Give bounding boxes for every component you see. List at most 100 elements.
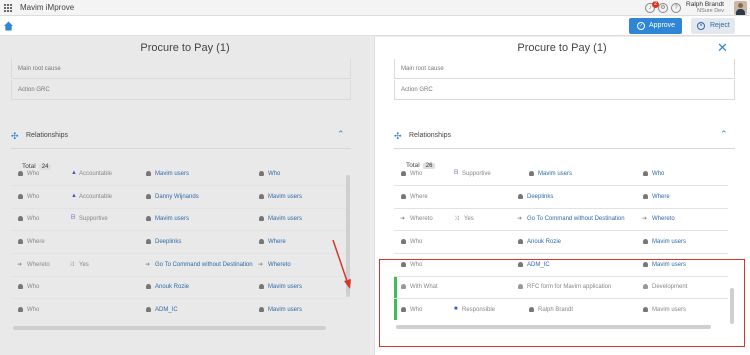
app-title: Mavim iMprove (20, 3, 75, 12)
row-name-link[interactable]: Anouk Rozie (527, 231, 561, 253)
left-relationships-label: Relationships (26, 132, 69, 139)
right-relationships-label: Relationships (409, 132, 452, 139)
row-type: Whereto (27, 262, 50, 268)
table-row[interactable]: ➜ Whereto ⤨ Yes ➜ Go To Command without … (11, 254, 351, 276)
row-category-link[interactable]: Whereto (268, 254, 291, 276)
row-category-link[interactable]: Mavim users (652, 231, 686, 253)
row-type: Who (27, 284, 40, 290)
table-row[interactable]: Who Anouk Rozie Mavim users (394, 231, 734, 253)
highlight-box (379, 259, 745, 347)
reject-label: Reject (710, 22, 730, 29)
table-row[interactable]: Who Anouk Rozie Mavim users (11, 276, 351, 298)
row-name-link[interactable]: Deeplinks (527, 186, 553, 208)
person-icon (146, 284, 151, 289)
row-category-link[interactable]: Mavim users (268, 299, 302, 321)
person-icon (146, 171, 151, 176)
right-relationships-header[interactable]: ✣ Relationships ⌃ (394, 129, 735, 144)
row-role: Yes (79, 262, 89, 268)
table-row[interactable]: Who ᗷ Supportive Mavim users Mavim users (11, 208, 351, 230)
row-name-link[interactable]: Mavim users (538, 163, 572, 185)
row-name-link[interactable]: Go To Command without Destination (527, 208, 625, 230)
table-row[interactable]: Who ▲ Accountable Mavim users Who (11, 163, 351, 185)
relationships-icon: ✣ (11, 131, 19, 141)
row-name-link[interactable]: Deeplinks (155, 231, 181, 253)
left-relationships-header[interactable]: ✣ Relationships ⌃ (11, 129, 351, 144)
gear-icon[interactable]: ⚙ (658, 3, 668, 13)
table-row[interactable]: Who ᗷ Supportive Mavim users Who (394, 163, 734, 185)
row-category-link[interactable]: Who (268, 163, 280, 185)
row-name-link[interactable]: Mavim users (155, 163, 189, 185)
left-field-action-grc: Action GRC (11, 80, 351, 100)
person-icon (146, 216, 151, 221)
divider (394, 148, 735, 149)
user-name[interactable]: Ralph Brandt (676, 1, 724, 8)
group-icon (259, 216, 264, 221)
row-name-link[interactable]: Mavim users (155, 208, 189, 230)
row-type: Who (410, 239, 423, 245)
home-icon[interactable] (4, 21, 13, 31)
person-icon (401, 171, 406, 176)
row-category-link[interactable]: Mavim users (268, 276, 302, 298)
accountable-icon: ▲ (71, 170, 77, 176)
person-icon (18, 171, 23, 176)
row-name-link[interactable]: Go To Command without Destination (155, 254, 253, 276)
row-type: Who (27, 216, 40, 222)
reject-button[interactable]: × Reject (691, 18, 735, 34)
row-type: Who (27, 194, 40, 200)
row-name-link[interactable]: Danny Wijnands (155, 186, 199, 208)
person-icon (18, 284, 23, 289)
person-icon (146, 307, 151, 312)
left-horizontal-scrollbar[interactable] (13, 326, 326, 330)
app-launcher-icon[interactable] (4, 4, 12, 12)
close-icon[interactable]: ✕ (717, 40, 728, 56)
row-type: Where (410, 194, 428, 200)
chevron-up-icon[interactable]: ⌃ (337, 129, 345, 140)
where-icon (643, 194, 648, 199)
left-panel-title: Procure to Pay (1) (140, 42, 230, 54)
table-row[interactable]: Where Deeplinks Where (394, 186, 734, 208)
row-type: Who (27, 171, 40, 177)
approve-button[interactable]: ✓ Approve (629, 18, 682, 34)
right-field-main-root-cause: Main root cause (394, 59, 735, 79)
row-category-link[interactable]: Who (652, 163, 664, 185)
arrow-right-icon: ➜ (642, 216, 648, 222)
link-icon (146, 239, 151, 244)
person-icon (518, 239, 523, 244)
row-category-link[interactable]: Mavim users (268, 186, 302, 208)
row-role: Supportive (79, 216, 108, 222)
avatar[interactable] (734, 1, 747, 15)
person-icon (401, 239, 406, 244)
person-icon (18, 307, 23, 312)
group-icon (643, 171, 648, 176)
row-category-link[interactable]: Mavim users (268, 208, 302, 230)
group-icon (259, 194, 264, 199)
row-category-link[interactable]: Where (268, 231, 286, 253)
group-icon (259, 171, 264, 176)
table-row[interactable]: Who ▲ Accountable Danny Wijnands Mavim u… (11, 186, 351, 208)
supportive-icon: ᗷ (71, 215, 76, 221)
row-name-link[interactable]: ADM_IC (155, 299, 178, 321)
chevron-up-icon[interactable]: ⌃ (720, 129, 728, 140)
table-row[interactable]: Where Deeplinks Where (11, 231, 351, 253)
row-type: Who (410, 171, 423, 177)
person-icon (18, 194, 23, 199)
group-icon (643, 239, 648, 244)
row-name-link[interactable]: Anouk Rozie (155, 276, 189, 298)
person-icon (18, 239, 23, 244)
row-type: Whereto (410, 216, 433, 222)
group-icon (259, 284, 264, 289)
shuffle-icon: ⤨ (69, 262, 74, 268)
arrow-right-icon: ➜ (17, 262, 23, 268)
right-field-action-grc: Action GRC (394, 80, 735, 100)
person-icon (146, 194, 151, 199)
table-row[interactable]: ➜ Whereto ⤨ Yes ➜ Go To Command without … (394, 208, 734, 230)
arrow-right-icon: ➜ (145, 262, 151, 268)
user-org: NSure Dev (697, 8, 724, 14)
row-category-link[interactable]: Where (652, 186, 670, 208)
row-category-link[interactable]: Whereto (652, 208, 675, 230)
person-icon (18, 216, 23, 221)
row-role: Yes (464, 216, 474, 222)
table-row[interactable]: Who ADM_IC Mavim users (11, 299, 351, 321)
check-icon: ✓ (637, 22, 645, 30)
top-bar: Mavim iMprove ♪ 2 ⚙ ? Ralph Brandt NSure… (0, 0, 750, 16)
